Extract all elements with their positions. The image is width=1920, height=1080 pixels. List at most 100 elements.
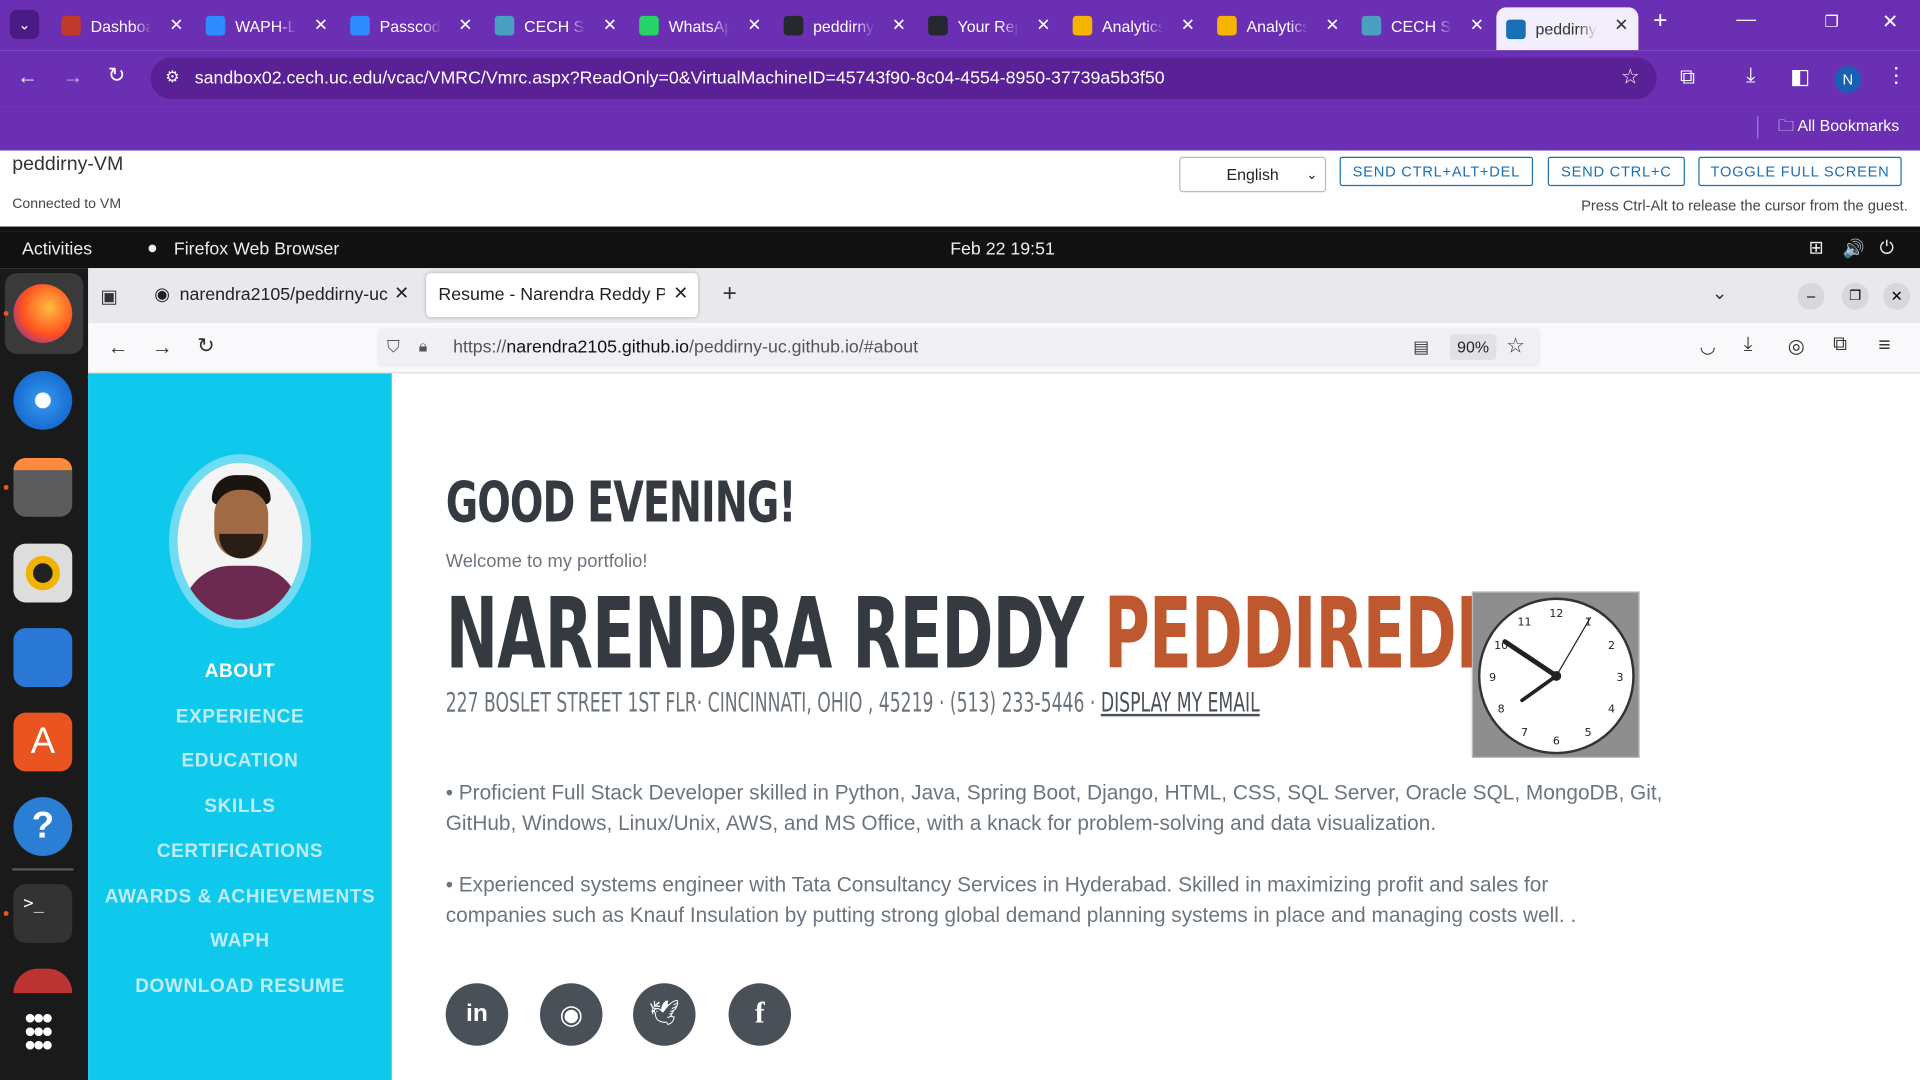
show-apps-icon[interactable]: ••• ••• •••	[24, 1002, 53, 1061]
browser-tab[interactable]: Analytics ✕	[1207, 7, 1349, 44]
new-tab-icon[interactable]: +	[1653, 7, 1667, 35]
browser-tab[interactable]: Dashboard ✕	[51, 7, 193, 44]
menu-icon[interactable]: ⋮	[1886, 64, 1907, 88]
files-icon[interactable]	[13, 457, 73, 517]
close-tab-icon[interactable]: ✕	[314, 15, 328, 36]
firefox-icon[interactable]	[13, 284, 73, 343]
extensions-icon[interactable]: ⧉	[1680, 65, 1695, 89]
nav-item[interactable]: AWARDS & ACHIEVEMENTS	[88, 886, 392, 908]
nav-item[interactable]: EDUCATION	[88, 751, 392, 773]
close-tab-icon[interactable]: ✕	[603, 15, 617, 36]
close-tab-icon[interactable]: ✕	[1325, 15, 1339, 36]
back-icon[interactable]: ←	[108, 336, 129, 360]
software-icon[interactable]: A	[13, 712, 73, 772]
close-tab-icon[interactable]: ✕	[1614, 15, 1628, 36]
nav-item[interactable]: WAPH	[88, 931, 392, 953]
help-icon[interactable]: ?	[13, 797, 73, 856]
site-settings-icon[interactable]: ⚙	[165, 67, 179, 87]
send-ctrl-c-button[interactable]: SEND CTRL+C	[1547, 156, 1685, 187]
activities-button[interactable]: Activities	[22, 240, 92, 260]
close-window-icon[interactable]: ✕	[1883, 282, 1911, 310]
close-tab-icon[interactable]: ✕	[1036, 15, 1050, 36]
display-email-link[interactable]: DISPLAY MY EMAIL	[1101, 688, 1260, 719]
new-tab-icon[interactable]: +	[722, 280, 736, 308]
pocket-icon[interactable]: ◡	[1700, 336, 1716, 358]
all-bookmarks-button[interactable]: 🗀 All Bookmarks	[1778, 115, 1899, 142]
browser-tab[interactable]: Your Rep ✕	[918, 7, 1060, 44]
tab-resume[interactable]: Resume - Narendra Reddy Peddireddy ✕	[426, 273, 698, 318]
tab-github[interactable]: ◉ narendra2105/peddirny-uc ✕	[142, 273, 414, 317]
bookmark-star-icon[interactable]: ☆	[1621, 65, 1640, 89]
zoom-indicator[interactable]: 90%	[1449, 334, 1497, 361]
browser-tab[interactable]: CECH Sa ✕	[1352, 7, 1494, 44]
close-tab-icon[interactable]: ✕	[892, 15, 906, 36]
firefox-view-icon[interactable]: ▣	[100, 285, 117, 308]
account-icon[interactable]: ◎	[1788, 334, 1805, 358]
close-tab-icon[interactable]: ✕	[1181, 15, 1195, 36]
list-tabs-icon[interactable]: ⌄	[1712, 282, 1727, 304]
browser-tab[interactable]: CECH Sa ✕	[485, 7, 627, 44]
download-icon[interactable]: ⤓	[1744, 334, 1753, 356]
forward-icon[interactable]: →	[152, 336, 173, 360]
close-tab-icon[interactable]: ✕	[1470, 15, 1484, 36]
reload-icon[interactable]: ↻	[197, 334, 214, 358]
twitter-icon[interactable]: 🕊︎	[633, 983, 696, 1046]
minimize-icon[interactable]: –	[1797, 282, 1825, 310]
close-window-icon[interactable]: ✕	[1882, 10, 1898, 34]
nav-item[interactable]: EXPERIENCE	[88, 706, 392, 728]
send-ctrl-alt-del-button[interactable]: SEND CTRL+ALT+DEL	[1339, 156, 1534, 187]
tracking-protection-icon[interactable]: ⛉	[387, 337, 400, 358]
forward-icon[interactable]: →	[62, 65, 83, 89]
lock-icon[interactable]: 🔒︎	[419, 337, 427, 357]
nav-item[interactable]: ABOUT	[88, 661, 392, 683]
close-tab-icon[interactable]: ✕	[747, 15, 761, 36]
profile-avatar[interactable]: N	[1834, 66, 1862, 94]
browser-tab[interactable]: WhatsApp ✕	[629, 7, 771, 44]
browser-tab[interactable]: WAPH-L ✕	[196, 7, 338, 44]
browser-tab[interactable]: peddirny ✕	[1496, 7, 1639, 51]
reader-view-icon[interactable]: ▤	[1413, 337, 1429, 358]
restore-icon[interactable]: ❐	[1825, 12, 1839, 32]
volume-icon[interactable]: 🔊	[1843, 239, 1865, 260]
close-tab-icon[interactable]: ✕	[169, 15, 183, 36]
tab-favicon-icon	[639, 15, 659, 36]
back-icon[interactable]: ←	[17, 65, 38, 89]
browser-tab[interactable]: Analytics ✕	[1063, 7, 1205, 44]
restore-icon[interactable]: ❐	[1841, 282, 1869, 310]
nav-item[interactable]: DOWNLOAD RESUME	[88, 976, 392, 998]
extensions-icon[interactable]: ⧉	[1833, 334, 1847, 356]
nav-item[interactable]: SKILLS	[88, 796, 392, 818]
url-bar[interactable]: ⛉ 🔒︎ https://narendra2105.github.io/pedd…	[377, 328, 1541, 368]
linkedin-icon[interactable]: in	[445, 983, 509, 1046]
toggle-full-screen-button[interactable]: TOGGLE FULL SCREEN	[1698, 156, 1902, 187]
chrome-tab-strip: ⌄ Dashboard✕WAPH-L✕Passcode✕CECH Sa✕What…	[0, 0, 1920, 51]
tab-search-icon[interactable]: ⌄	[9, 9, 40, 40]
clock[interactable]: Feb 22 19:51	[950, 240, 1055, 260]
reload-icon[interactable]: ↻	[108, 64, 125, 88]
terminal-icon[interactable]: >_	[13, 884, 73, 943]
close-tab-icon[interactable]: ✕	[394, 284, 409, 304]
close-tab-icon[interactable]: ✕	[673, 284, 688, 304]
side-panel-icon[interactable]: ◧	[1790, 65, 1810, 89]
app-icon[interactable]	[13, 968, 73, 994]
writer-icon[interactable]	[13, 628, 73, 687]
vm-name: peddirny-VM	[12, 154, 124, 176]
browser-tab[interactable]: peddirny ✕	[774, 7, 916, 44]
language-select[interactable]: English ⌄	[1179, 156, 1327, 193]
network-icon[interactable]: ⊞	[1809, 239, 1824, 259]
github-icon[interactable]: ◉	[540, 983, 603, 1046]
minimize-icon[interactable]: —	[1736, 10, 1756, 32]
download-icon[interactable]: ⤓	[1746, 64, 1755, 88]
nav-item[interactable]: CERTIFICATIONS	[88, 841, 392, 863]
address-bar[interactable]: ⚙ sandbox02.cech.uc.edu/vcac/VMRC/Vmrc.a…	[150, 57, 1657, 100]
hamburger-menu-icon[interactable]: ≡	[1878, 333, 1890, 357]
facebook-icon[interactable]: f	[728, 983, 792, 1046]
thunderbird-icon[interactable]	[13, 371, 73, 430]
tab-label: Analytics	[1102, 16, 1164, 35]
power-icon[interactable]: ⏻	[1880, 239, 1894, 259]
bookmark-star-icon[interactable]: ☆	[1506, 334, 1525, 358]
rhythmbox-icon[interactable]	[25, 555, 61, 591]
close-tab-icon[interactable]: ✕	[458, 15, 472, 36]
browser-tab[interactable]: Passcode ✕	[340, 7, 482, 44]
app-menu[interactable]: Firefox Web Browser	[174, 240, 339, 260]
